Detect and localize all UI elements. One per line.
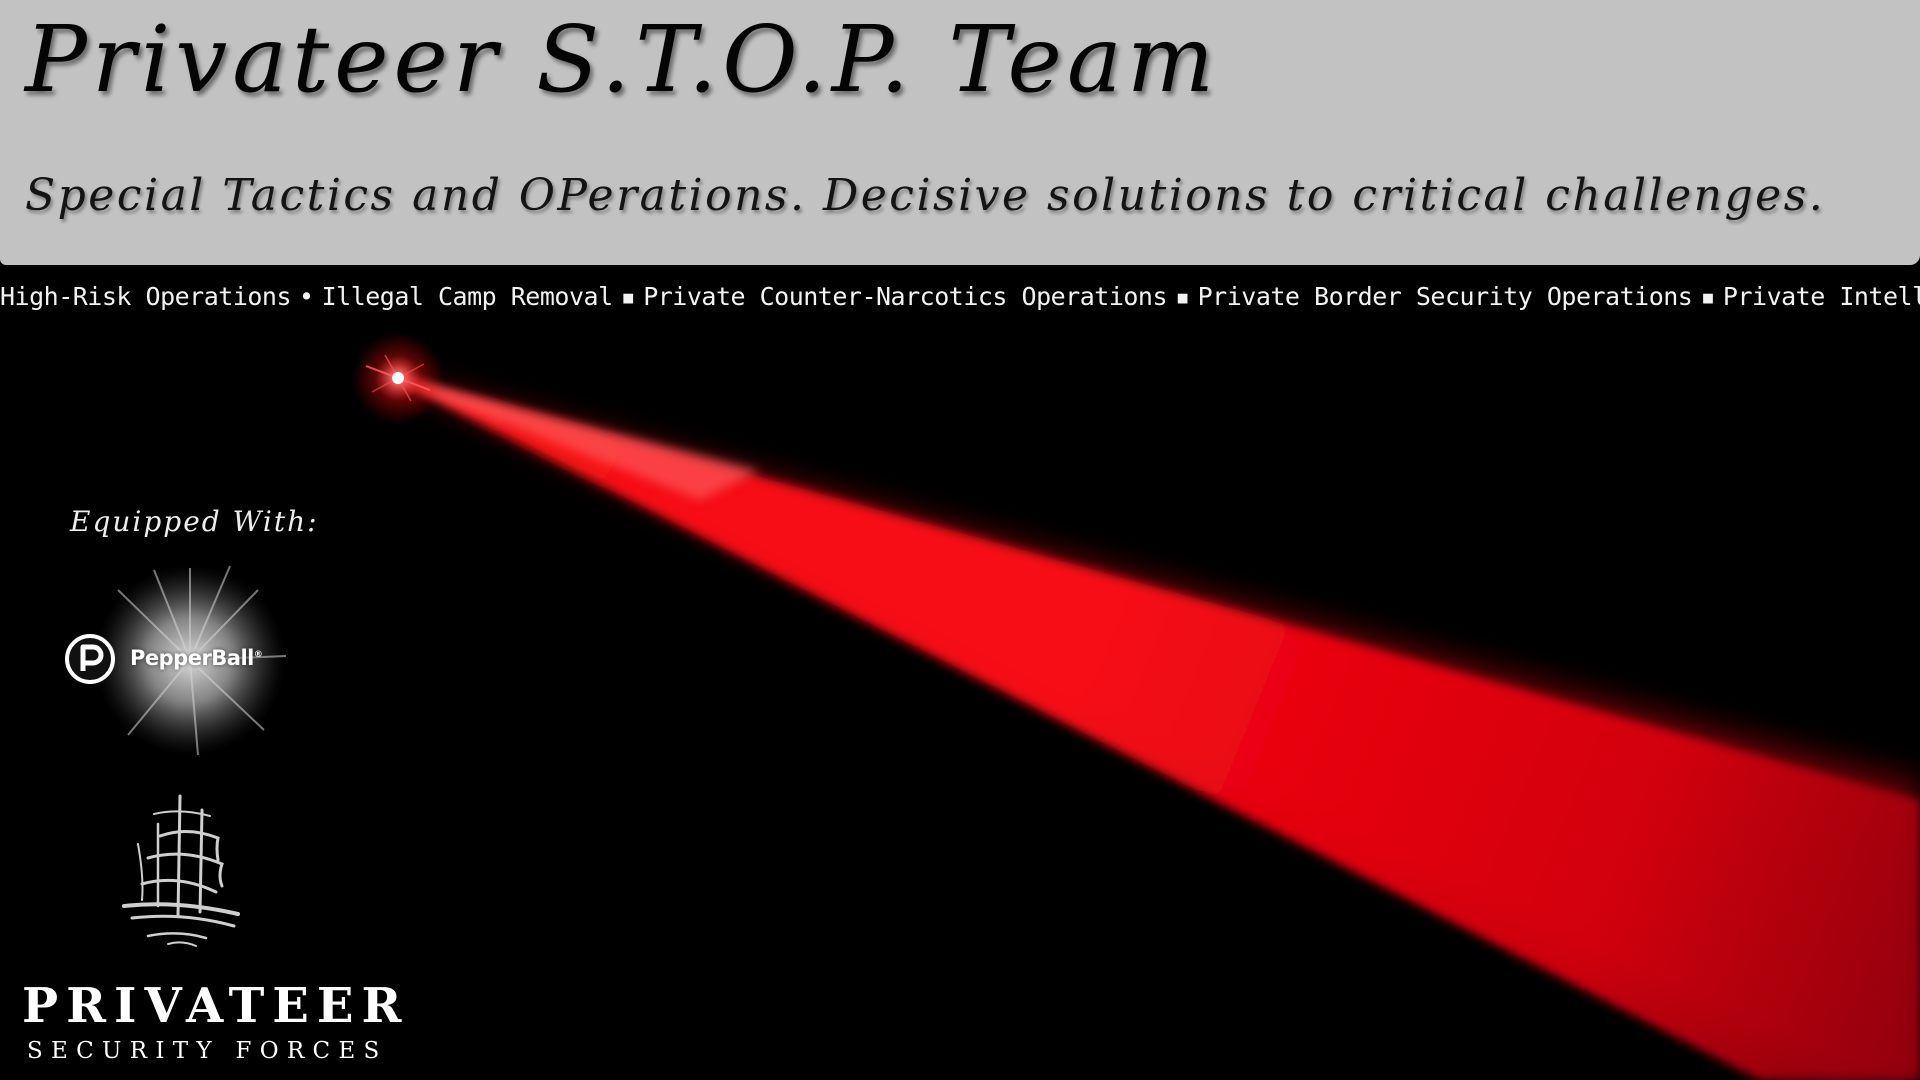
page-title: Privateer S.T.O.P. Team bbox=[25, 6, 1220, 113]
brand-subtitle: SECURITY FORCES bbox=[27, 1038, 388, 1064]
separator: • bbox=[299, 282, 314, 311]
pepperball-logo: PepperBall® bbox=[58, 560, 298, 760]
service-item: High-Risk Operations bbox=[0, 282, 292, 311]
registered-mark: ® bbox=[253, 650, 263, 660]
pepperball-p-icon bbox=[65, 634, 115, 684]
separator: ▪ bbox=[620, 282, 636, 311]
separator: ▪ bbox=[1700, 282, 1715, 311]
header-panel: Privateer S.T.O.P. Team Special Tactics … bbox=[0, 0, 1920, 265]
sailing-ship-icon bbox=[122, 794, 240, 947]
service-item: Illegal Camp Removal bbox=[321, 282, 614, 311]
service-item: Private Border Security Operations bbox=[1197, 282, 1693, 311]
services-list: High-Risk Operations • Illegal Camp Remova… bbox=[0, 282, 1920, 311]
separator: ▪ bbox=[1175, 282, 1190, 311]
pepperball-wordmark: PepperBall® bbox=[130, 646, 263, 670]
service-item: Private Counter-Narcotics Operations bbox=[643, 282, 1168, 311]
tagline: Special Tactics and OPerations. Decisive… bbox=[25, 170, 1826, 221]
pepperball-name: PepperBall bbox=[130, 646, 254, 670]
service-item: Private Intelligence bbox=[1722, 282, 1920, 311]
equipped-with-label: Equipped With: bbox=[70, 505, 319, 538]
brand-name: PRIVATEER bbox=[22, 978, 410, 1034]
